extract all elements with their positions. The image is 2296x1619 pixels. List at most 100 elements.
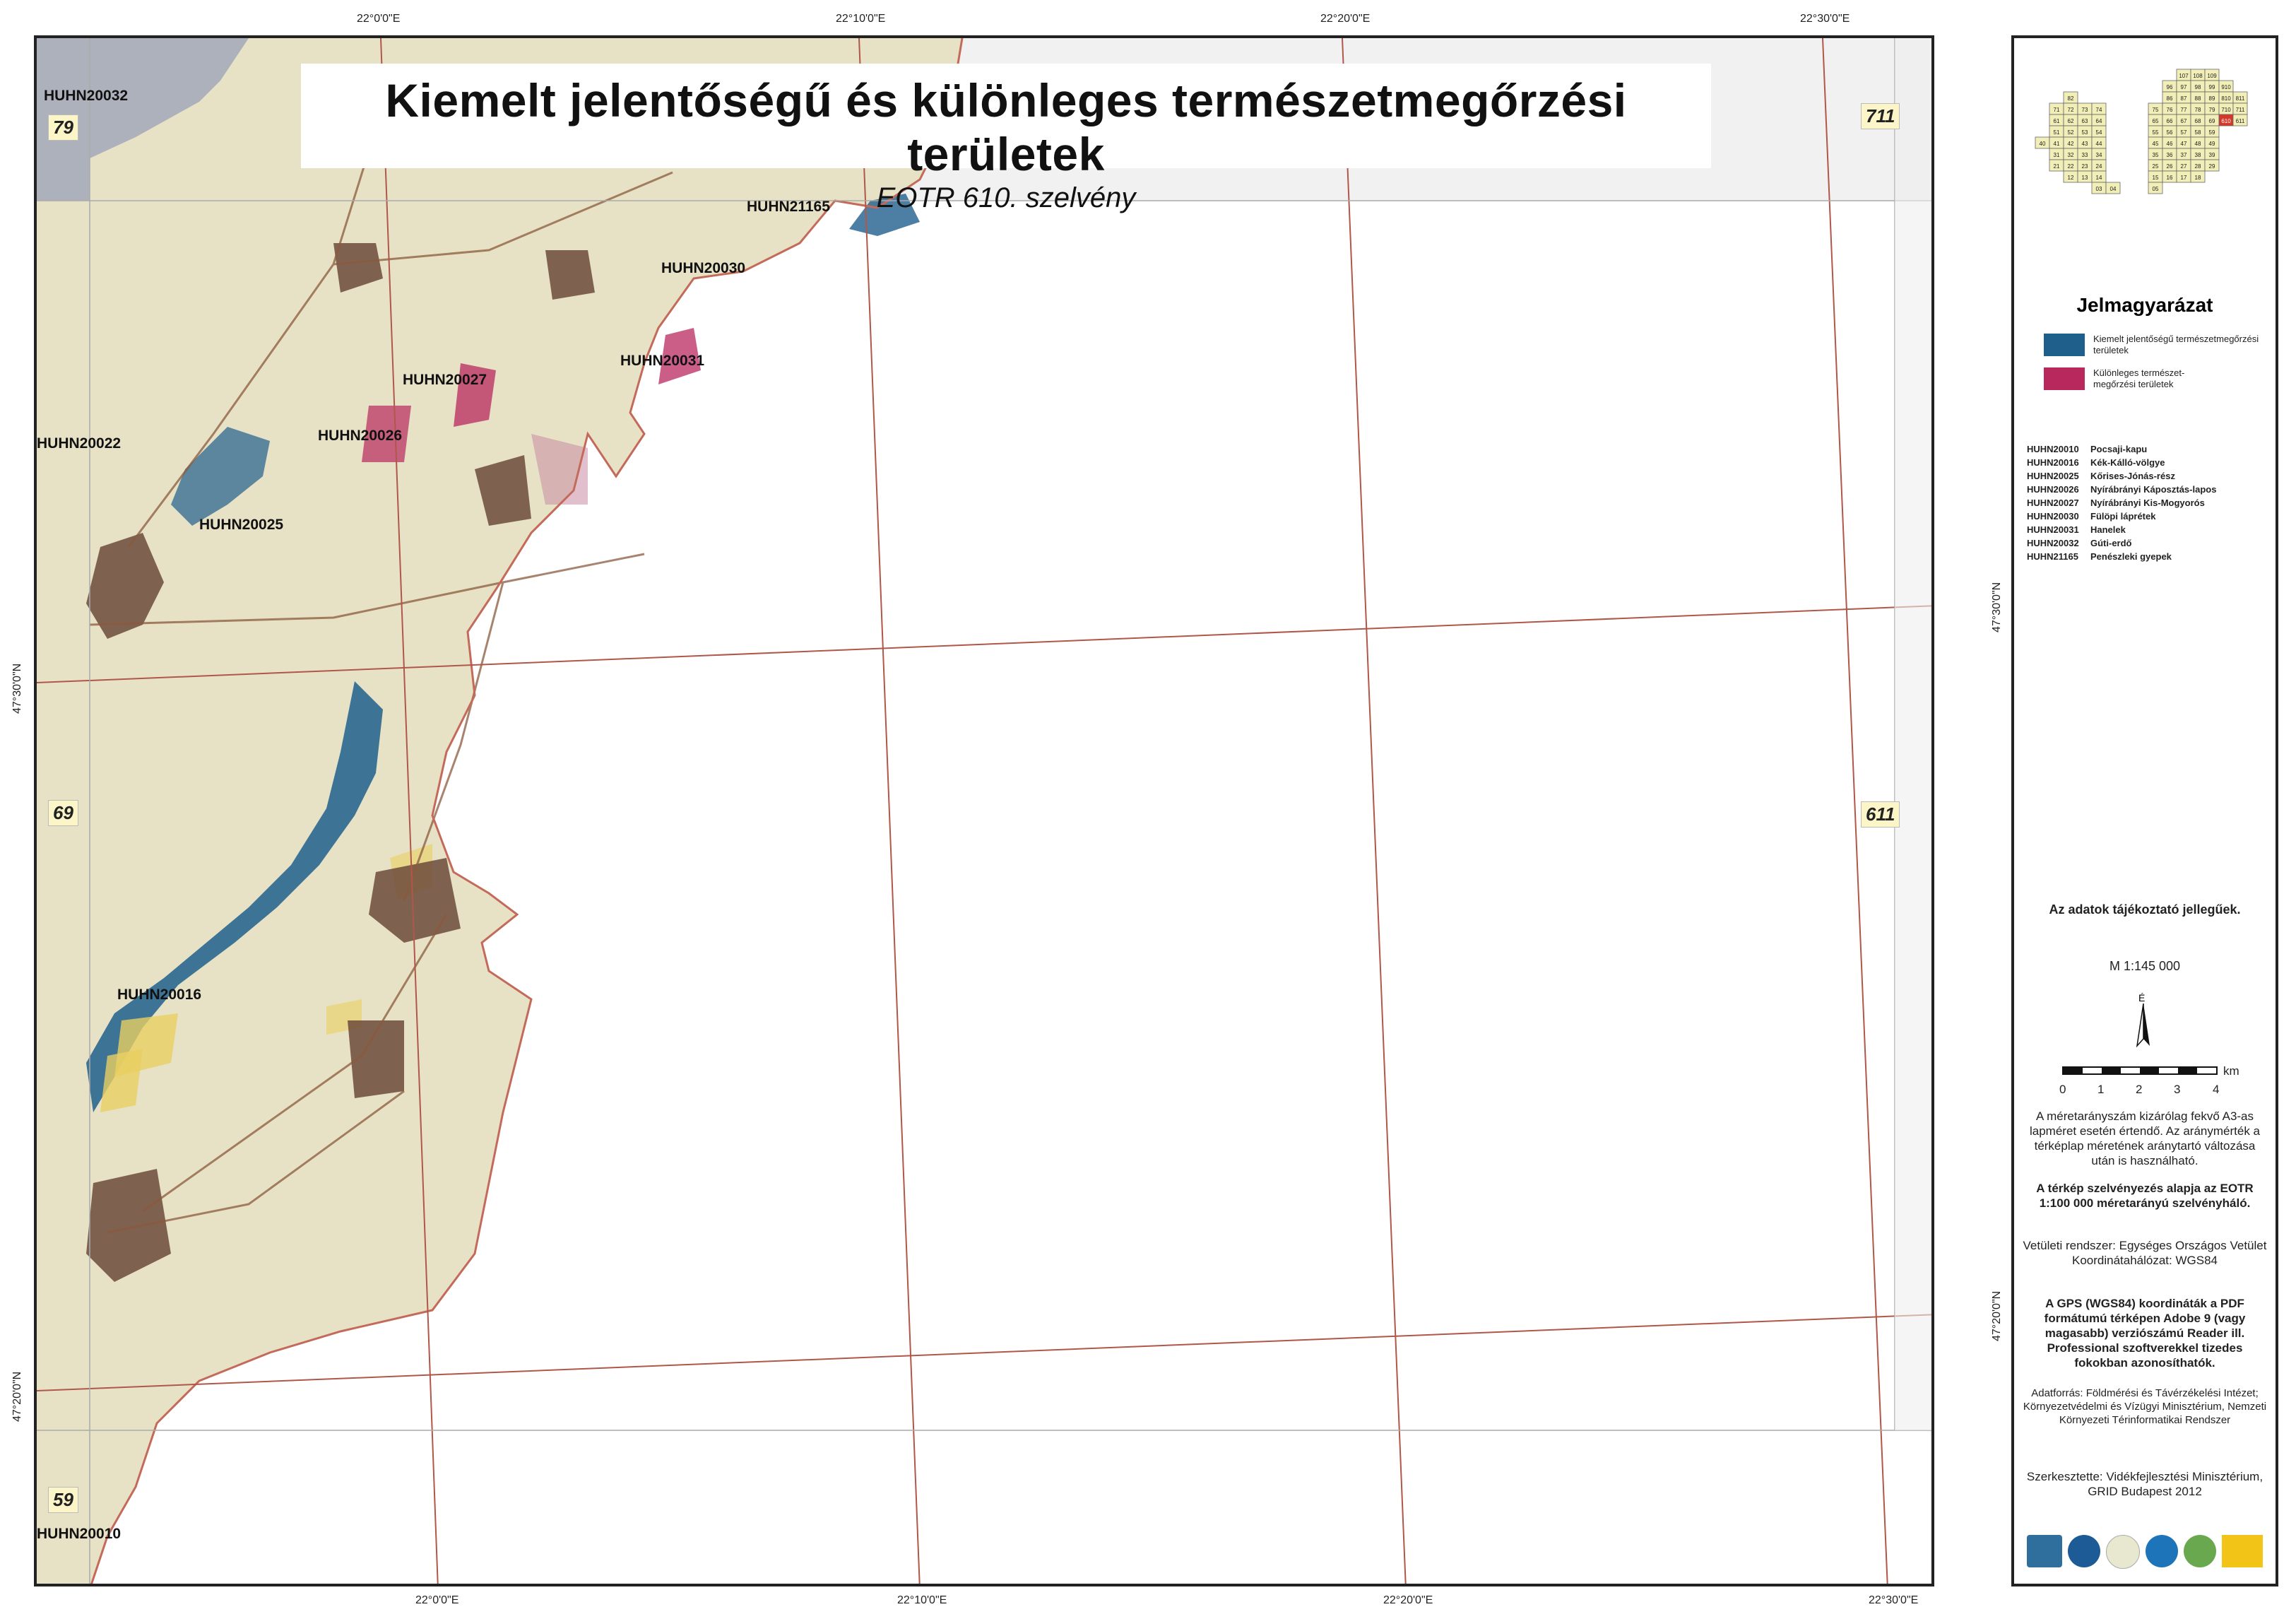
index-cell[interactable]: 74 [2091, 102, 2107, 115]
index-cell[interactable]: 42 [2063, 136, 2078, 149]
site-list-row[interactable]: HUHN20026 Nyírábrányi Káposztás-lapos [2027, 483, 2216, 496]
index-cell[interactable]: 96 [2162, 80, 2177, 93]
index-cell[interactable]: 99 [2204, 80, 2220, 93]
index-cell[interactable]: 21 [2049, 159, 2064, 172]
index-cell[interactable]: 27 [2176, 159, 2191, 172]
index-cell[interactable]: 31 [2049, 148, 2064, 160]
index-cell[interactable]: 76 [2162, 102, 2177, 115]
index-cell[interactable]: 109 [2204, 69, 2220, 81]
map-frame[interactable]: HUHN20032 HUHN21165 HUHN20030 HUHN20031 … [34, 35, 1934, 1586]
index-cell[interactable]: 59 [2204, 125, 2220, 138]
index-cell[interactable]: 58 [2190, 125, 2206, 138]
index-cell[interactable]: 52 [2063, 125, 2078, 138]
index-cell[interactable]: 38 [2190, 148, 2206, 160]
index-cell[interactable]: 46 [2162, 136, 2177, 149]
site-list-row[interactable]: HUHN20031 Hanelek [2027, 523, 2216, 536]
index-cell[interactable]: 97 [2176, 80, 2191, 93]
index-cell[interactable]: 82 [2063, 91, 2078, 104]
index-cell[interactable]: 55 [2148, 125, 2163, 138]
index-cell[interactable]: 89 [2204, 91, 2220, 104]
index-cell[interactable]: 43 [2077, 136, 2093, 149]
index-cell[interactable]: 711 [2232, 102, 2248, 115]
site-label-huhn20016[interactable]: HUHN20016 [117, 987, 201, 1003]
index-cell[interactable]: 910 [2218, 80, 2234, 93]
index-cell[interactable]: 32 [2063, 148, 2078, 160]
index-cell[interactable]: 18 [2190, 170, 2206, 183]
site-label-huhn20030[interactable]: HUHN20030 [661, 260, 745, 277]
index-cell[interactable]: 88 [2190, 91, 2206, 104]
index-cell[interactable]: 65 [2148, 114, 2163, 126]
index-cell[interactable]: 40 [2035, 136, 2050, 149]
index-map[interactable]: 107 108 109 96 97 98 99 910 86 87 88 89 810 811 75 76 77… [2028, 64, 2268, 261]
index-cell[interactable]: 15 [2148, 170, 2163, 183]
index-cell[interactable]: 79 [2204, 102, 2220, 115]
index-cell[interactable]: 63 [2077, 114, 2093, 126]
index-cell[interactable]: 56 [2162, 125, 2177, 138]
index-cell[interactable]: 13 [2077, 170, 2093, 183]
index-cell[interactable]: 29 [2204, 159, 2220, 172]
site-label-huhn20022[interactable]: HUHN20022 [37, 435, 121, 452]
sheet-number-79[interactable]: 79 [48, 114, 78, 141]
map-canvas[interactable] [37, 38, 1934, 1586]
index-cell[interactable]: 36 [2162, 148, 2177, 160]
index-cell[interactable]: 108 [2190, 69, 2206, 81]
index-cell[interactable]: 87 [2176, 91, 2191, 104]
index-cell[interactable]: 51 [2049, 125, 2064, 138]
sheet-number-711[interactable]: 711 [1861, 103, 1900, 129]
index-cell[interactable]: 69 [2204, 114, 2220, 126]
index-cell[interactable]: 68 [2190, 114, 2206, 126]
index-cell[interactable]: 66 [2162, 114, 2177, 126]
index-cell[interactable]: 62 [2063, 114, 2078, 126]
index-cell[interactable]: 35 [2148, 148, 2163, 160]
index-cell[interactable]: 16 [2162, 170, 2177, 183]
site-list-row[interactable]: HUHN20025 Kőrises-Jónás-rész [2027, 469, 2216, 483]
index-cell[interactable]: 53 [2077, 125, 2093, 138]
index-cell[interactable]: 47 [2176, 136, 2191, 149]
index-cell[interactable]: 78 [2190, 102, 2206, 115]
index-cell[interactable]: 03 [2091, 182, 2107, 194]
index-cell[interactable]: 49 [2204, 136, 2220, 149]
index-cell[interactable]: 04 [2105, 182, 2121, 194]
index-cell[interactable]: 710 [2218, 102, 2234, 115]
index-cell[interactable]: 34 [2091, 148, 2107, 160]
index-cell[interactable]: 57 [2176, 125, 2191, 138]
sheet-number-611[interactable]: 611 [1861, 801, 1900, 828]
index-cell[interactable]: 24 [2091, 159, 2107, 172]
index-cell[interactable]: 12 [2063, 170, 2078, 183]
site-label-huhn20026[interactable]: HUHN20026 [318, 428, 402, 445]
index-cell[interactable]: 64 [2091, 114, 2107, 126]
site-list-row[interactable]: HUHN20010 Pocsaji-kapu [2027, 442, 2216, 456]
index-cell[interactable]: 33 [2077, 148, 2093, 160]
index-cell[interactable]: 67 [2176, 114, 2191, 126]
index-cell[interactable]: 54 [2091, 125, 2107, 138]
index-cell[interactable]: 77 [2176, 102, 2191, 115]
index-cell[interactable]: 17 [2176, 170, 2191, 183]
index-cell[interactable]: 26 [2162, 159, 2177, 172]
index-cell[interactable]: 23 [2077, 159, 2093, 172]
site-list-row[interactable]: HUHN20030 Fülöpi láprétek [2027, 510, 2216, 523]
index-cell[interactable]: 98 [2190, 80, 2206, 93]
index-cell[interactable]: 48 [2190, 136, 2206, 149]
site-label-huhn20031[interactable]: HUHN20031 [620, 353, 704, 370]
index-cell[interactable]: 72 [2063, 102, 2078, 115]
site-list-row[interactable]: HUHN20027 Nyírábrányi Kis-Mogyorós [2027, 496, 2216, 510]
index-cell[interactable]: 28 [2190, 159, 2206, 172]
index-cell[interactable]: 71 [2049, 102, 2064, 115]
site-list-row[interactable]: HUHN20032 Gúti-erdő [2027, 536, 2216, 550]
index-cell[interactable]: 25 [2148, 159, 2163, 172]
index-cell[interactable]: 45 [2148, 136, 2163, 149]
index-cell[interactable]: 41 [2049, 136, 2064, 149]
index-cell[interactable]: 73 [2077, 102, 2093, 115]
index-cell[interactable]: 811 [2232, 91, 2248, 104]
site-label-huhn20025[interactable]: HUHN20025 [199, 517, 283, 534]
index-cell[interactable]: 14 [2091, 170, 2107, 183]
index-cell[interactable]: 610 [2218, 114, 2234, 126]
site-label-huhn20010[interactable]: HUHN20010 [37, 1526, 121, 1543]
site-list-row[interactable]: HUHN20016 Kék-Kálló-völgye [2027, 456, 2216, 469]
site-label-huhn20032[interactable]: HUHN20032 [44, 88, 128, 105]
index-cell[interactable]: 05 [2148, 182, 2163, 194]
site-list-row[interactable]: HUHN21165 Penészleki gyepek [2027, 550, 2216, 563]
sheet-number-69[interactable]: 69 [48, 800, 78, 826]
site-label-huhn20027[interactable]: HUHN20027 [403, 372, 487, 389]
index-cell[interactable]: 37 [2176, 148, 2191, 160]
